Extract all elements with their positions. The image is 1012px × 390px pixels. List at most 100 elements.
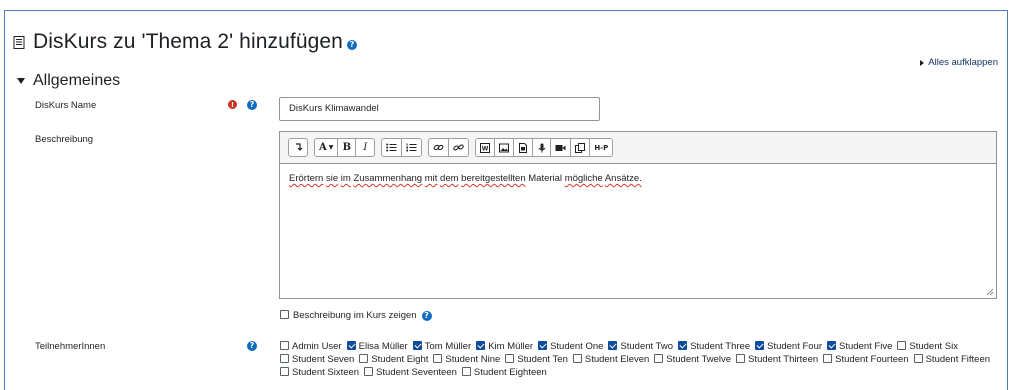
participant-name: Student Thirteen [748, 354, 819, 365]
help-icon[interactable]: ? [247, 341, 257, 351]
participant-checkbox[interactable]: Student One [538, 340, 603, 353]
checkbox[interactable] [280, 366, 289, 376]
font-style-icon[interactable]: A ▼ [315, 139, 339, 156]
name-input[interactable]: DisKurs Klimawandel [279, 97, 600, 121]
editor-word: mit [424, 173, 438, 184]
checkbox[interactable] [897, 340, 907, 350]
show-description-checkbox[interactable]: Beschreibung im Kurs zeigen ? [280, 310, 432, 321]
editor-word: Erörtern [289, 173, 324, 184]
participant-checkbox[interactable]: Student Fifteen [913, 353, 990, 366]
participant-checkbox[interactable]: Student Seventeen [364, 366, 457, 379]
participant-name: Student Six [909, 341, 958, 352]
svg-text:W: W [482, 145, 489, 152]
checkbox[interactable] [913, 353, 923, 363]
participants-label: TeilnehmerInnen [35, 341, 106, 352]
participant-checkbox[interactable]: Student Six [897, 340, 958, 353]
checkbox[interactable] [412, 340, 422, 350]
checkbox[interactable] [364, 366, 374, 376]
participants-list: Admin User Elisa Müller Tom Müller Kim Müll… [280, 340, 1002, 379]
unordered-list-icon[interactable] [382, 139, 403, 156]
editor-content[interactable]: Erörtern sie im Zusammenhang mit dem ber… [280, 164, 996, 193]
toolbar-group [288, 138, 308, 157]
ordered-list-icon[interactable] [402, 139, 421, 156]
chevron-down-icon [17, 78, 25, 84]
description-editor[interactable]: A ▼ B I W H-P Erörtern sie im Zusammenha… [279, 131, 997, 299]
participant-checkbox[interactable]: Student Thirteen [736, 353, 818, 366]
participant-checkbox[interactable]: Student Three [678, 340, 750, 353]
checkbox[interactable] [654, 353, 664, 363]
participant-checkbox[interactable]: Student Sixteen [280, 366, 359, 379]
help-icon[interactable]: ? [247, 100, 257, 110]
toolbar-group: A ▼ B I [314, 138, 376, 157]
participant-checkbox[interactable]: Elisa Müller [346, 340, 408, 353]
participant-checkbox[interactable]: Admin User [280, 340, 342, 353]
checkbox[interactable] [280, 353, 289, 363]
record-audio-icon[interactable] [533, 139, 552, 156]
checkbox[interactable] [678, 340, 688, 350]
help-icon[interactable]: ? [421, 310, 432, 321]
checkbox[interactable] [476, 340, 486, 350]
h5p-icon[interactable]: H-P [590, 139, 612, 156]
editor-word: Ansätze. [604, 173, 642, 184]
participant-checkbox[interactable]: Kim Müller [476, 340, 533, 353]
unlink-icon[interactable] [449, 139, 468, 156]
section-toggle-general[interactable]: Allgemeines [17, 72, 120, 90]
checkbox[interactable] [505, 353, 515, 363]
participant-checkbox[interactable]: Student Eighteen [461, 366, 547, 379]
participant-name: Student Eighteen [473, 367, 547, 378]
expand-all-label: Alles aufklappen [928, 57, 998, 68]
required-icon: ! [228, 100, 237, 109]
bold-icon[interactable]: B [338, 139, 357, 156]
checkbox[interactable] [823, 353, 833, 363]
record-video-icon[interactable] [551, 139, 572, 156]
participant-name: Student Twelve [666, 354, 732, 365]
name-field-label: DisKurs Name [35, 100, 97, 111]
resize-handle-icon[interactable] [986, 288, 994, 296]
participant-name: Elisa Müller [358, 341, 408, 352]
participant-name: Student Eleven [584, 354, 650, 365]
manage-files-icon[interactable] [571, 139, 591, 156]
link-icon[interactable] [429, 139, 450, 156]
expand-all-link[interactable]: Alles aufklappen [920, 57, 998, 68]
editor-word: bereitgestellten [461, 173, 526, 184]
page-header: DisKurs zu 'Thema 2' hinzufügen ? [13, 30, 357, 54]
editor-word: Material [528, 173, 563, 184]
participant-checkbox[interactable]: Student Eleven [572, 353, 650, 366]
checkbox[interactable] [280, 340, 289, 350]
checkbox[interactable] [736, 353, 746, 363]
italic-icon[interactable]: I [356, 139, 374, 156]
checkbox[interactable] [461, 366, 471, 376]
collapse-icon[interactable] [289, 139, 307, 156]
expand-triangle-icon [920, 59, 925, 66]
checkbox[interactable] [608, 340, 618, 350]
participant-checkbox[interactable]: Student Fourteen [823, 353, 909, 366]
editor-word: im [340, 173, 351, 184]
checkbox[interactable] [359, 353, 369, 363]
checkbox[interactable] [280, 310, 289, 319]
checkbox[interactable] [346, 340, 356, 350]
participant-name: Student Two [620, 341, 674, 352]
participant-checkbox[interactable]: Tom Müller [412, 340, 472, 353]
participant-checkbox[interactable]: Student Twelve [654, 353, 731, 366]
description-label: Beschreibung [35, 134, 94, 145]
participant-checkbox[interactable]: Student Two [608, 340, 673, 353]
checkbox[interactable] [433, 353, 443, 363]
participant-checkbox[interactable]: Student Eight [359, 353, 428, 366]
help-icon[interactable]: ? [346, 40, 357, 50]
checkbox[interactable] [572, 353, 582, 363]
media-icon[interactable] [514, 139, 534, 156]
participant-checkbox[interactable]: Student Seven [280, 353, 354, 366]
show-description-label: Beschreibung im Kurs zeigen [293, 310, 417, 321]
checkbox[interactable] [827, 340, 837, 350]
participant-checkbox[interactable]: Student Nine [433, 353, 500, 366]
editor-word: Zusammenhang [353, 173, 423, 184]
checkbox[interactable] [538, 340, 548, 350]
participant-checkbox[interactable]: Student Four [755, 340, 822, 353]
checkbox[interactable] [755, 340, 765, 350]
toolbar-group [428, 138, 470, 157]
participant-checkbox[interactable]: Student Ten [505, 353, 568, 366]
emoji-icon[interactable]: W [476, 139, 496, 156]
image-icon[interactable] [495, 139, 515, 156]
participant-checkbox[interactable]: Student Five [827, 340, 892, 353]
participant-name: Tom Müller [424, 341, 472, 352]
